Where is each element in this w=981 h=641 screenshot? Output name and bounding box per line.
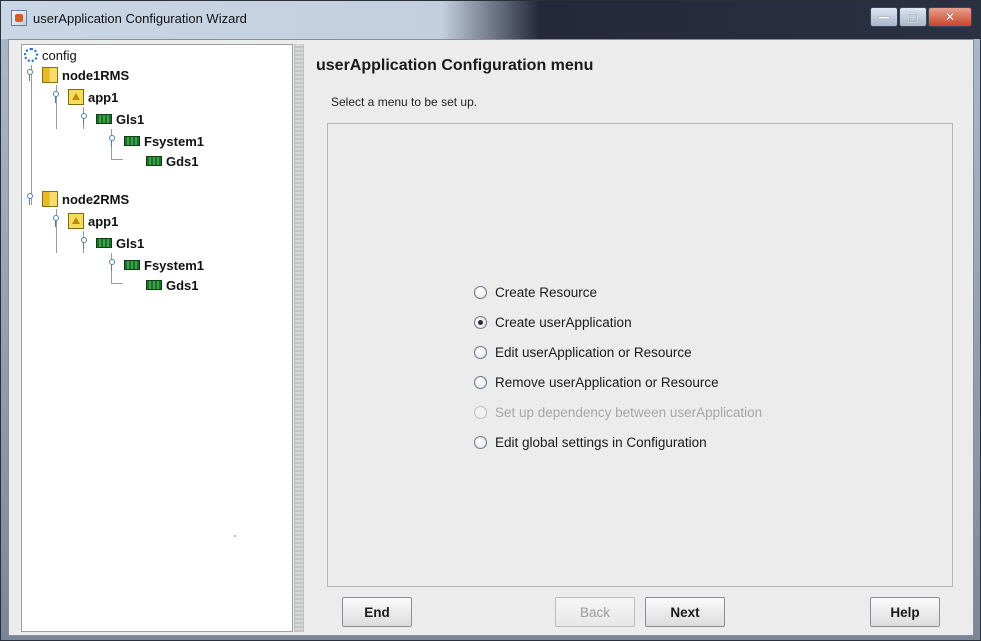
page-subtitle: Select a menu to be set up. <box>331 95 478 109</box>
menu-options-panel: Create Resource Create userApplication E… <box>327 123 953 587</box>
tree-artifact <box>234 535 236 537</box>
option-label: Edit global settings in Configuration <box>495 434 707 450</box>
end-button[interactable]: End <box>342 597 412 627</box>
radio-button[interactable] <box>474 315 487 329</box>
radio-button[interactable] <box>474 285 487 299</box>
resource-icon <box>146 280 162 290</box>
node-icon <box>42 67 58 83</box>
tree-node-gds1[interactable]: Gds1 <box>126 275 199 295</box>
config-icon <box>24 48 38 62</box>
tree-line <box>111 159 123 160</box>
tree-node-fsystem1[interactable]: Fsystem1 <box>106 255 204 275</box>
expand-toggle-icon[interactable] <box>78 237 88 249</box>
minimize-icon: — <box>878 10 890 24</box>
expand-toggle-icon[interactable] <box>78 113 88 125</box>
radio-button[interactable] <box>474 375 487 389</box>
option-label: Create Resource <box>495 284 598 300</box>
window-title: userApplication Configuration Wizard <box>33 11 247 26</box>
window-controls: — □ ✕ <box>869 7 972 29</box>
app-icon <box>68 89 84 105</box>
expand-toggle-icon[interactable] <box>50 215 60 227</box>
page-title: userApplication Configuration menu <box>316 57 594 74</box>
tree-node-gls1[interactable]: Gls1 <box>78 109 144 129</box>
title-bar: userApplication Configuration Wizard — □… <box>1 1 980 39</box>
tree-line <box>31 65 32 205</box>
radio-button[interactable] <box>474 345 487 359</box>
expand-toggle-icon[interactable] <box>24 69 34 81</box>
resource-icon <box>96 114 112 124</box>
tree-node-config[interactable]: config <box>24 45 77 65</box>
tree-node-label: config <box>42 47 77 63</box>
tree-node-label: Gls1 <box>116 235 145 251</box>
minimize-button[interactable]: — <box>870 7 898 27</box>
option-label: Remove userApplication or Resource <box>495 374 719 390</box>
radio-button[interactable] <box>474 435 487 449</box>
tree-node-label: app1 <box>88 89 119 105</box>
help-button[interactable]: Help <box>870 597 940 627</box>
option-edit-global-settings[interactable]: Edit global settings in Configuration <box>474 432 707 452</box>
tree-node-app1[interactable]: app1 <box>50 87 118 107</box>
java-app-icon <box>11 10 27 26</box>
tree-node-fsystem1[interactable]: Fsystem1 <box>106 131 204 151</box>
tree-node-label: Fsystem1 <box>144 257 204 273</box>
tree-node-label: app1 <box>88 213 119 229</box>
expand-toggle-icon[interactable] <box>106 135 116 147</box>
back-button: Back <box>555 597 635 627</box>
option-create-resource[interactable]: Create Resource <box>474 282 597 302</box>
resource-icon <box>146 156 162 166</box>
wizard-window: userApplication Configuration Wizard — □… <box>0 0 981 641</box>
tree-node-label: Gds1 <box>166 277 199 293</box>
resource-icon <box>124 136 140 146</box>
tree-node-node1rms[interactable]: node1RMS <box>24 65 129 85</box>
tree-node-label: Gds1 <box>166 153 199 169</box>
option-set-up-dependency: Set up dependency between userApplicatio… <box>474 402 762 422</box>
close-button[interactable]: ✕ <box>928 7 972 27</box>
expand-toggle-icon[interactable] <box>50 91 60 103</box>
option-label: Create userApplication <box>495 314 632 330</box>
maximize-icon: □ <box>907 10 919 24</box>
tree-node-label: node1RMS <box>62 67 130 83</box>
tree-node-label: Gls1 <box>116 111 145 127</box>
option-label: Set up dependency between userApplicatio… <box>495 404 763 420</box>
tree-node-gls1[interactable]: Gls1 <box>78 233 144 253</box>
tree-node-label: node2RMS <box>62 191 130 207</box>
tree-node-node2rms[interactable]: node2RMS <box>24 189 129 209</box>
close-icon: ✕ <box>944 10 956 24</box>
resource-icon <box>96 238 112 248</box>
expand-toggle-icon[interactable] <box>24 193 34 205</box>
tree-node-label: Fsystem1 <box>144 133 204 149</box>
pane-splitter[interactable] <box>294 44 304 632</box>
app-icon <box>68 213 84 229</box>
tree-node-gds1[interactable]: Gds1 <box>126 151 199 171</box>
node-icon <box>42 191 58 207</box>
maximize-button[interactable]: □ <box>899 7 927 27</box>
tree-node-app1[interactable]: app1 <box>50 211 118 231</box>
option-label: Edit userApplication or Resource <box>495 344 692 360</box>
option-remove-userapplication-or-resource[interactable]: Remove userApplication or Resource <box>474 372 719 392</box>
option-create-userapplication[interactable]: Create userApplication <box>474 312 632 332</box>
tree-line <box>111 283 123 284</box>
option-edit-userapplication-or-resource[interactable]: Edit userApplication or Resource <box>474 342 692 362</box>
resource-icon <box>124 260 140 270</box>
wizard-content: config node1RMS app1 Gls1 Fsystem1 Gds1 … <box>8 39 974 636</box>
config-tree[interactable]: config node1RMS app1 Gls1 Fsystem1 Gds1 … <box>21 44 293 632</box>
next-button[interactable]: Next <box>645 597 725 627</box>
expand-toggle-icon[interactable] <box>106 259 116 271</box>
radio-button <box>474 405 487 419</box>
